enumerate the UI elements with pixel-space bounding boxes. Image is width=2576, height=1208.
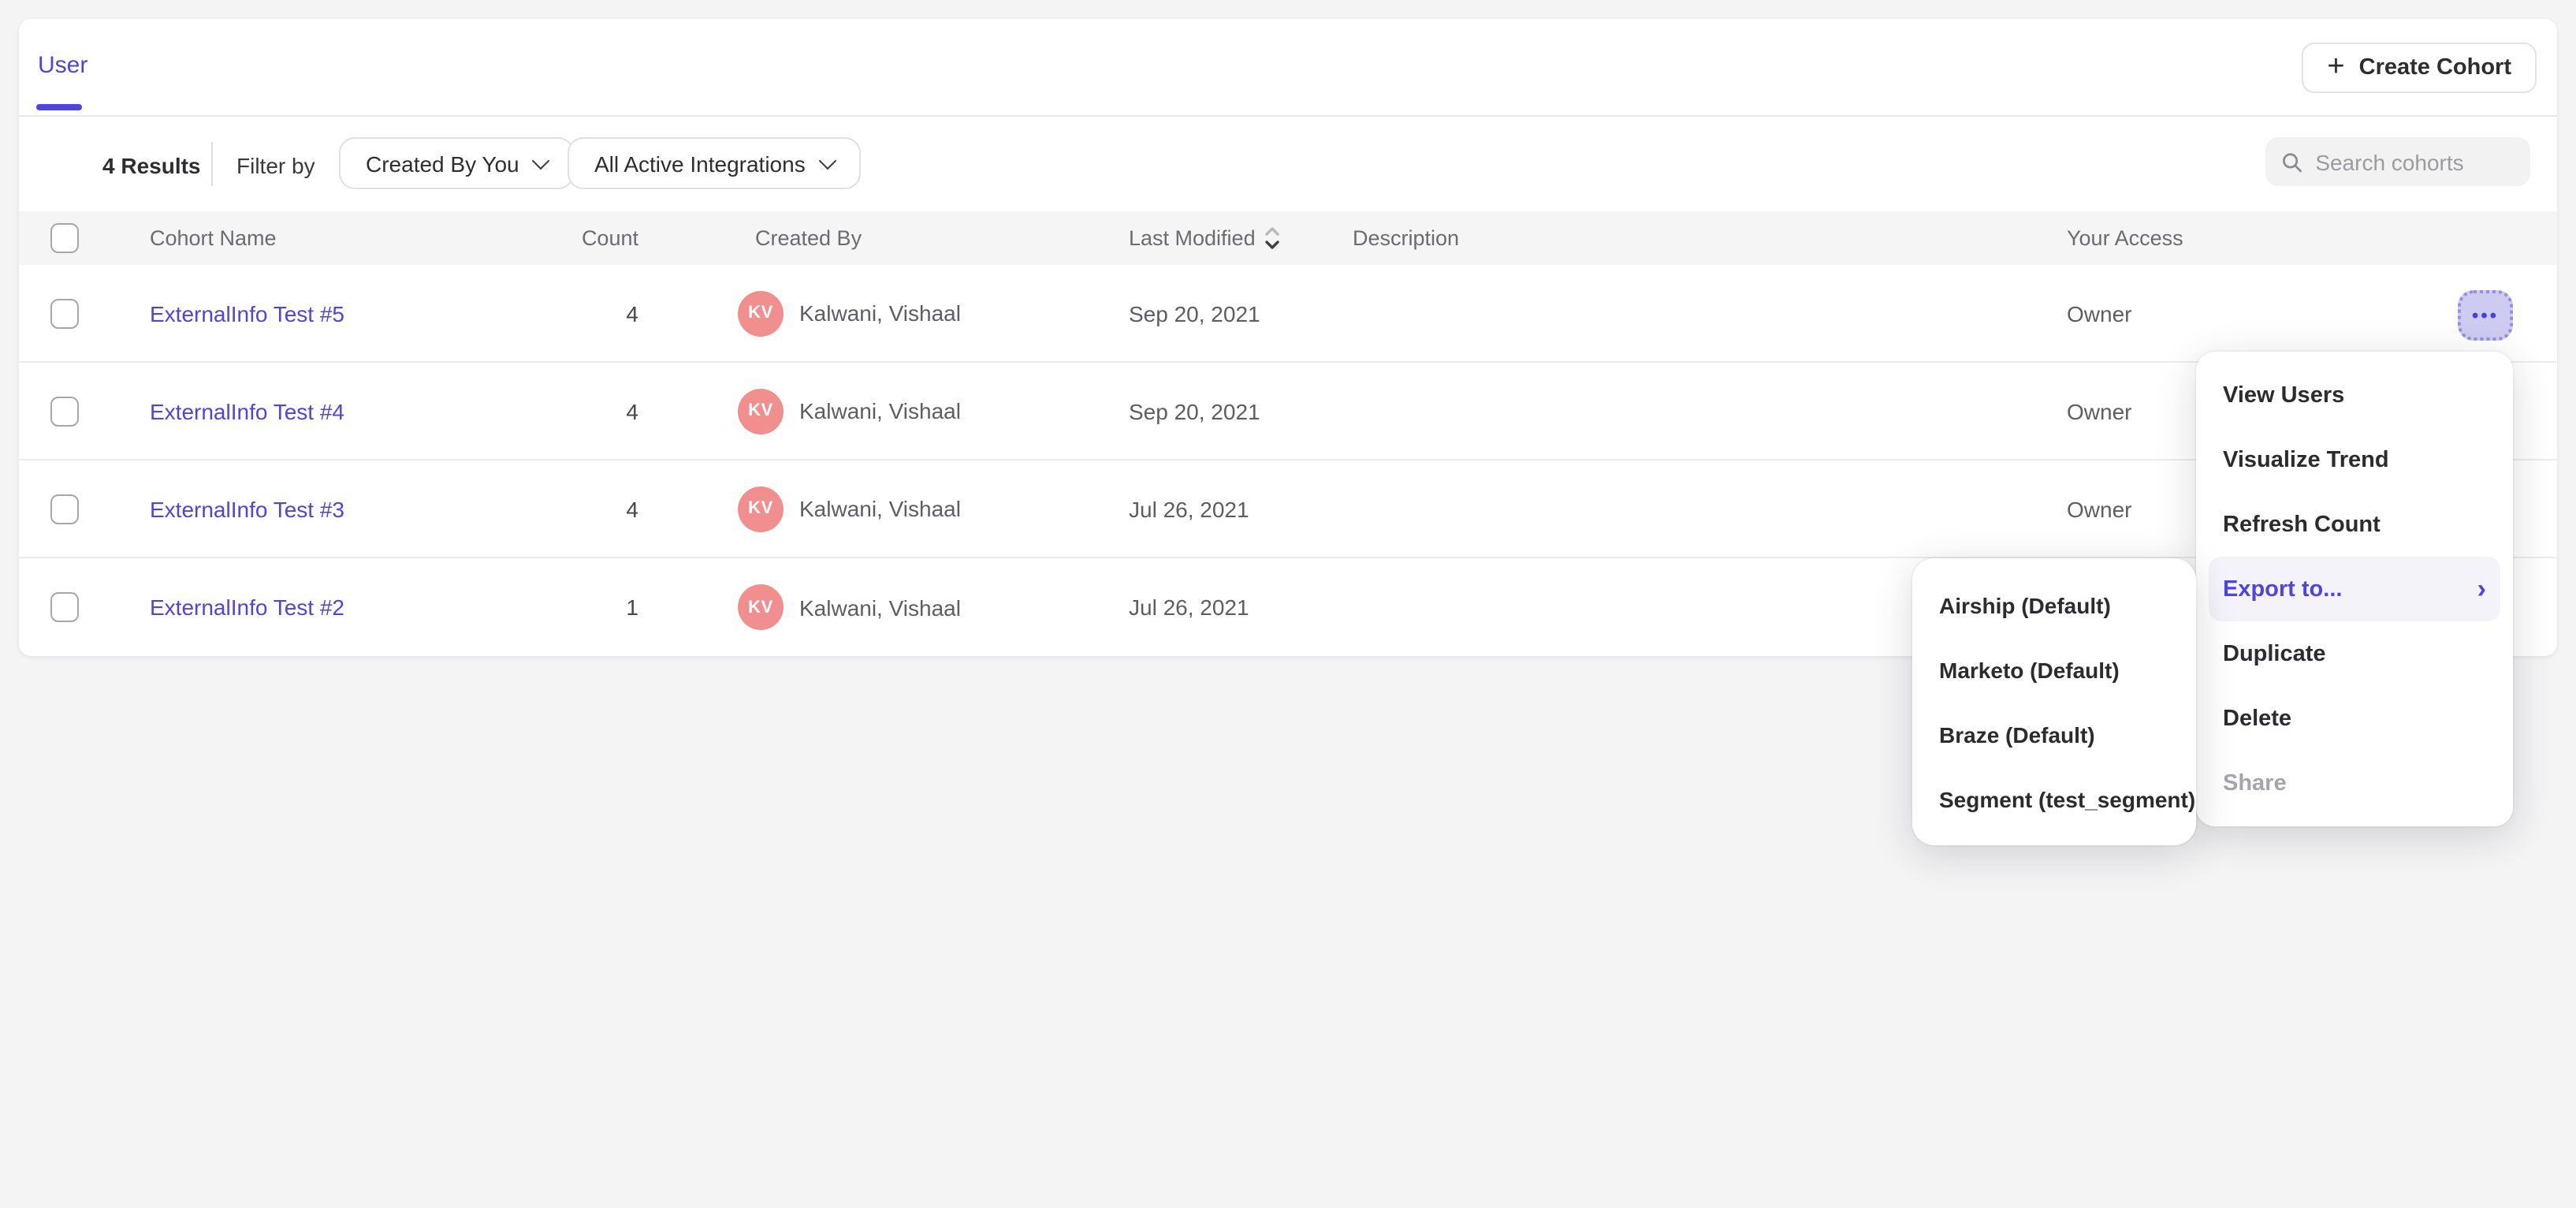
avatar: KV bbox=[738, 388, 784, 434]
avatar: KV bbox=[738, 290, 784, 336]
submenu-item-braze[interactable]: Braze (Default) bbox=[1912, 702, 2196, 766]
filterbar-separator bbox=[211, 142, 213, 186]
menu-item-visualize-trend[interactable]: Visualize Trend bbox=[2196, 427, 2513, 492]
cohort-name-link[interactable]: ExternalInfo Test #3 bbox=[150, 496, 344, 521]
submenu-item-marketo[interactable]: Marketo (Default) bbox=[1912, 637, 2196, 702]
search-icon bbox=[2281, 149, 2302, 174]
row-checkbox[interactable] bbox=[50, 592, 79, 622]
last-modified-date: Sep 20, 2021 bbox=[1129, 398, 1260, 423]
avatar: KV bbox=[738, 486, 784, 531]
column-header-created-by: Created By bbox=[755, 226, 862, 250]
creator-name: Kalwani, Vishaal bbox=[799, 398, 961, 423]
filter-bar: 4 Results Filter by Created By You All A… bbox=[19, 117, 2557, 211]
integrations-dropdown[interactable]: All Active Integrations bbox=[568, 137, 861, 189]
row-checkbox[interactable] bbox=[50, 396, 79, 426]
menu-item-view-users[interactable]: View Users bbox=[2196, 363, 2513, 427]
search-cohorts-box bbox=[2265, 137, 2530, 186]
last-modified-label: Last Modified bbox=[1129, 226, 1256, 250]
create-cohort-label: Create Cohort bbox=[2359, 55, 2511, 80]
chevron-down-icon bbox=[532, 151, 550, 170]
filter-by-label: Filter by bbox=[236, 153, 315, 178]
created-by-dropdown[interactable]: Created By You bbox=[339, 137, 575, 189]
cohort-count: 1 bbox=[563, 595, 638, 620]
table-row: ExternalInfo Test #4 4 KV Kalwani, Visha… bbox=[19, 363, 2557, 460]
menu-item-duplicate[interactable]: Duplicate bbox=[2196, 621, 2513, 686]
last-modified-date: Sep 20, 2021 bbox=[1129, 300, 1260, 326]
table-header: Cohort Name Count Created By Last Modifi… bbox=[19, 211, 2557, 265]
table-row: ExternalInfo Test #5 4 KV Kalwani, Visha… bbox=[19, 265, 2557, 363]
submenu-item-segment[interactable]: Segment (test_segment) bbox=[1912, 766, 2196, 831]
table-row: ExternalInfo Test #3 4 KV Kalwani, Visha… bbox=[19, 460, 2557, 558]
last-modified-date: Jul 26, 2021 bbox=[1129, 496, 1249, 521]
row-checkbox[interactable] bbox=[50, 494, 79, 524]
search-input[interactable] bbox=[2315, 149, 2515, 174]
created-by-dropdown-label: Created By You bbox=[366, 151, 519, 176]
select-all-checkbox[interactable] bbox=[50, 223, 79, 253]
tab-active-underline bbox=[36, 104, 82, 110]
cohort-name-link[interactable]: ExternalInfo Test #2 bbox=[150, 595, 344, 620]
chevron-right-icon: › bbox=[2477, 576, 2486, 602]
create-cohort-button[interactable]: + Create Cohort bbox=[2302, 43, 2537, 93]
avatar: KV bbox=[738, 584, 784, 630]
cohort-name-link[interactable]: ExternalInfo Test #5 bbox=[150, 300, 344, 326]
column-header-last-modified[interactable]: Last Modified bbox=[1129, 225, 1281, 252]
access-level: Owner bbox=[2067, 496, 2131, 521]
chevron-down-icon bbox=[818, 151, 836, 170]
access-level: Owner bbox=[2067, 300, 2131, 326]
cohorts-page: User + Create Cohort 4 Results Filter by… bbox=[0, 0, 2576, 1208]
results-count: 4 Results bbox=[102, 153, 201, 178]
menu-item-delete[interactable]: Delete bbox=[2196, 686, 2513, 751]
last-modified-date: Jul 26, 2021 bbox=[1129, 595, 1249, 620]
export-to-label: Export to... bbox=[2223, 576, 2342, 602]
menu-item-refresh-count[interactable]: Refresh Count bbox=[2196, 492, 2513, 557]
cohort-name-link[interactable]: ExternalInfo Test #4 bbox=[150, 398, 344, 423]
cohort-count: 4 bbox=[563, 496, 638, 521]
creator-name: Kalwani, Vishaal bbox=[799, 300, 961, 326]
plus-icon: + bbox=[2327, 51, 2344, 81]
sort-icon bbox=[1265, 225, 1281, 252]
cohort-count: 4 bbox=[563, 300, 638, 326]
export-submenu: Airship (Default) Marketo (Default) Braz… bbox=[1912, 558, 2196, 845]
ellipsis-icon: ••• bbox=[2472, 306, 2499, 325]
menu-item-share: Share bbox=[2196, 751, 2513, 815]
menu-item-export-to[interactable]: Export to... › bbox=[2209, 557, 2500, 621]
row-checkbox[interactable] bbox=[50, 298, 79, 328]
row-actions-button[interactable]: ••• bbox=[2458, 290, 2513, 341]
row-actions-menu: View Users Visualize Trend Refresh Count… bbox=[2196, 352, 2513, 826]
access-level: Owner bbox=[2067, 398, 2131, 423]
tab-bar: User + Create Cohort bbox=[19, 19, 2557, 117]
column-header-count: Count bbox=[563, 226, 638, 250]
integrations-dropdown-label: All Active Integrations bbox=[594, 151, 806, 176]
column-header-cohort-name: Cohort Name bbox=[150, 226, 277, 250]
tab-user[interactable]: User bbox=[38, 52, 87, 79]
submenu-item-airship[interactable]: Airship (Default) bbox=[1912, 572, 2196, 637]
creator-name: Kalwani, Vishaal bbox=[799, 496, 961, 521]
column-header-your-access: Your Access bbox=[2067, 226, 2183, 250]
cohort-count: 4 bbox=[563, 398, 638, 423]
column-header-description: Description bbox=[1353, 226, 1459, 250]
creator-name: Kalwani, Vishaal bbox=[799, 595, 961, 620]
